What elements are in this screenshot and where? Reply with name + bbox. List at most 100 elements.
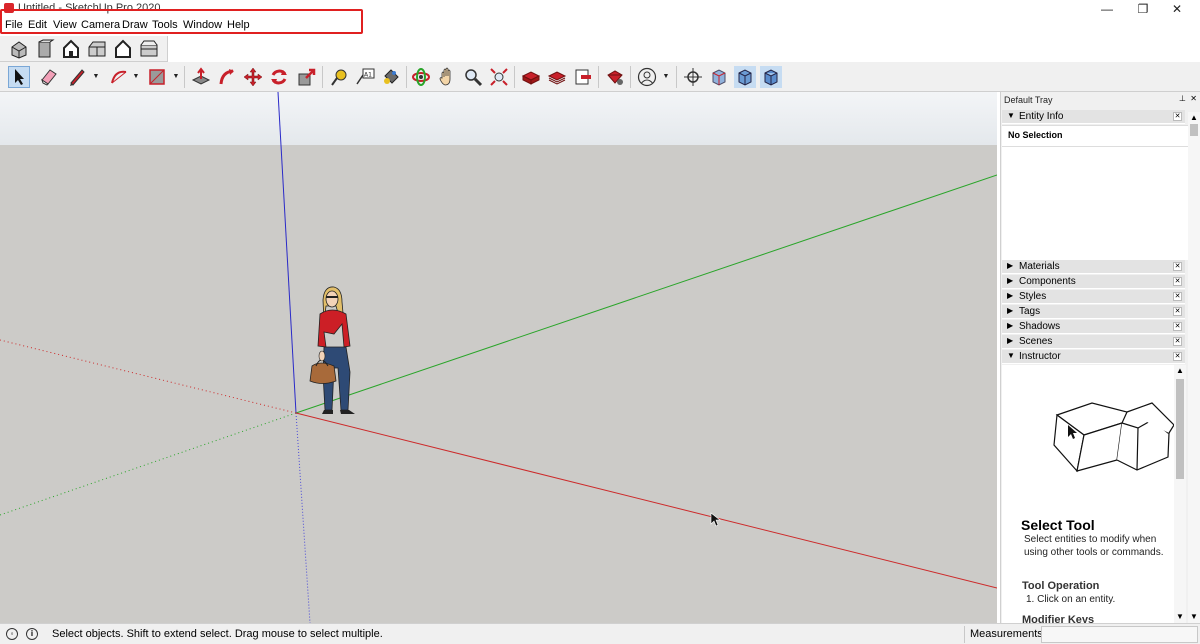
model-viewport[interactable]: [0, 92, 997, 623]
scroll-down-icon[interactable]: ▼: [1174, 611, 1186, 623]
top-view-icon[interactable]: [34, 38, 56, 60]
extension-manager-icon[interactable]: [604, 66, 626, 88]
menu-camera[interactable]: Camera: [81, 19, 120, 31]
red-axis-negative: [0, 339, 297, 414]
warehouse-icon[interactable]: [520, 66, 542, 88]
collapsed-triangle-icon: ▶: [1007, 306, 1014, 315]
rectangle-dropdown-icon[interactable]: ▼: [172, 66, 180, 88]
panel-close-icon[interactable]: ✕: [1173, 322, 1182, 331]
tray-pin-icon[interactable]: ⊥: [1179, 94, 1186, 103]
arc-icon[interactable]: [108, 66, 130, 88]
menu-file[interactable]: File: [5, 19, 23, 31]
title-bar: Untitled - SketchUp Pro 2020 — ❐ ✕: [0, 0, 1200, 18]
geo-location-icon[interactable]: ◦: [6, 628, 18, 640]
follow-me-icon[interactable]: [216, 66, 238, 88]
panel-materials[interactable]: ▶ Materials ✕: [1002, 260, 1185, 274]
scroll-thumb[interactable]: [1190, 124, 1198, 136]
zoom-extents-icon[interactable]: [488, 66, 510, 88]
panel-instructor[interactable]: ▼ Instructor ✕: [1002, 350, 1185, 364]
panel-components[interactable]: ▶ Components ✕: [1002, 275, 1185, 289]
eraser-icon[interactable]: [38, 66, 60, 88]
panel-close-icon[interactable]: ✕: [1173, 112, 1182, 121]
back-edges-icon[interactable]: [734, 66, 756, 88]
panel-label: Shadows: [1019, 321, 1061, 332]
right-view-icon[interactable]: [86, 38, 108, 60]
iso-view-icon[interactable]: [8, 38, 30, 60]
scroll-down-icon[interactable]: ▼: [1188, 611, 1200, 623]
panel-close-icon[interactable]: ✕: [1173, 337, 1182, 346]
front-view-icon[interactable]: [60, 38, 82, 60]
panel-label: Scenes: [1019, 336, 1053, 347]
panel-entity-info[interactable]: ▼ Entity Info ✕: [1002, 110, 1185, 124]
panel-tags[interactable]: ▶ Tags ✕: [1002, 305, 1185, 319]
blue-axis-positive: [277, 92, 297, 414]
instructor-operation-step: 1. Click on an entity.: [1026, 594, 1116, 605]
orbit-icon[interactable]: [410, 66, 432, 88]
scale-figure[interactable]: [309, 286, 355, 414]
left-view-icon[interactable]: [138, 38, 160, 60]
panel-close-icon[interactable]: ✕: [1173, 292, 1182, 301]
instructor-scrollbar[interactable]: ▲ ▼: [1174, 365, 1186, 623]
rotate-icon[interactable]: [268, 66, 290, 88]
scroll-up-icon[interactable]: ▲: [1188, 112, 1200, 124]
menu-tools[interactable]: Tools: [152, 19, 178, 31]
wireframe-icon[interactable]: [760, 66, 782, 88]
pan-icon[interactable]: [436, 66, 458, 88]
panel-shadows[interactable]: ▶ Shadows ✕: [1002, 320, 1185, 334]
panel-styles[interactable]: ▶ Styles ✕: [1002, 290, 1185, 304]
instructor-modifier-title: Modifier Keys: [1022, 614, 1095, 623]
close-button[interactable]: ✕: [1154, 0, 1200, 18]
tray-close-icon[interactable]: ✕: [1190, 94, 1197, 103]
move-icon[interactable]: [242, 66, 264, 88]
select-icon[interactable]: [8, 66, 30, 88]
menu-window[interactable]: Window: [183, 19, 222, 31]
zoom-icon[interactable]: [462, 66, 484, 88]
menu-bar: File Edit View Camera Draw Tools Window …: [0, 17, 1200, 35]
menu-edit[interactable]: Edit: [28, 19, 47, 31]
text-icon[interactable]: A1: [354, 66, 376, 88]
menu-draw[interactable]: Draw: [122, 19, 148, 31]
rectangle-icon[interactable]: [146, 66, 168, 88]
push-pull-icon[interactable]: [190, 66, 212, 88]
tray-title: Default Tray: [1004, 95, 1053, 105]
paint-bucket-icon[interactable]: [380, 66, 402, 88]
instructor-info-icon[interactable]: i: [26, 628, 38, 640]
axes-scene: [0, 92, 997, 623]
account-dropdown-icon[interactable]: ▼: [662, 66, 670, 88]
back-view-icon[interactable]: [112, 38, 134, 60]
scroll-up-icon[interactable]: ▲: [1174, 365, 1186, 377]
panel-close-icon[interactable]: ✕: [1173, 262, 1182, 271]
scale-icon[interactable]: [296, 66, 318, 88]
main-toolbar: ▼ ▼ ▼ A1 ▼: [0, 62, 1200, 92]
svg-text:A1: A1: [364, 72, 372, 79]
blue-axis-negative: [295, 412, 311, 623]
collapsed-triangle-icon: ▶: [1007, 291, 1014, 300]
collapsed-triangle-icon: ▶: [1007, 276, 1014, 285]
measurements-input[interactable]: [1041, 626, 1198, 643]
scroll-thumb[interactable]: [1176, 379, 1184, 479]
green-axis-negative: [0, 412, 297, 516]
tray-scrollbar[interactable]: ▲ ▼: [1188, 112, 1200, 623]
panel-close-icon[interactable]: ✕: [1173, 277, 1182, 286]
pencil-dropdown-icon[interactable]: ▼: [92, 66, 100, 88]
account-icon[interactable]: [636, 66, 658, 88]
panel-label: Styles: [1019, 291, 1047, 302]
instructor-body: Select Tool Select entities to modify wh…: [1002, 365, 1174, 623]
position-camera-icon[interactable]: [682, 66, 704, 88]
menu-view[interactable]: View: [53, 19, 77, 31]
extension-warehouse-icon[interactable]: [546, 66, 568, 88]
panel-close-icon[interactable]: ✕: [1173, 352, 1182, 361]
panel-scenes[interactable]: ▶ Scenes ✕: [1002, 335, 1185, 349]
panel-close-icon[interactable]: ✕: [1173, 307, 1182, 316]
tape-measure-icon[interactable]: [328, 66, 350, 88]
pencil-icon[interactable]: [66, 66, 88, 88]
menu-help[interactable]: Help: [227, 19, 250, 31]
instructor-title: Select Tool: [1021, 517, 1095, 533]
sketchup-window: Untitled - SketchUp Pro 2020 — ❐ ✕ File …: [0, 0, 1200, 644]
send-to-layout-icon[interactable]: [572, 66, 594, 88]
panel-label: Entity Info: [1019, 111, 1064, 122]
status-text: Select objects. Shift to extend select. …: [52, 628, 383, 640]
collapsed-triangle-icon: ▶: [1007, 261, 1014, 270]
arc-dropdown-icon[interactable]: ▼: [132, 66, 140, 88]
xray-icon[interactable]: [708, 66, 730, 88]
